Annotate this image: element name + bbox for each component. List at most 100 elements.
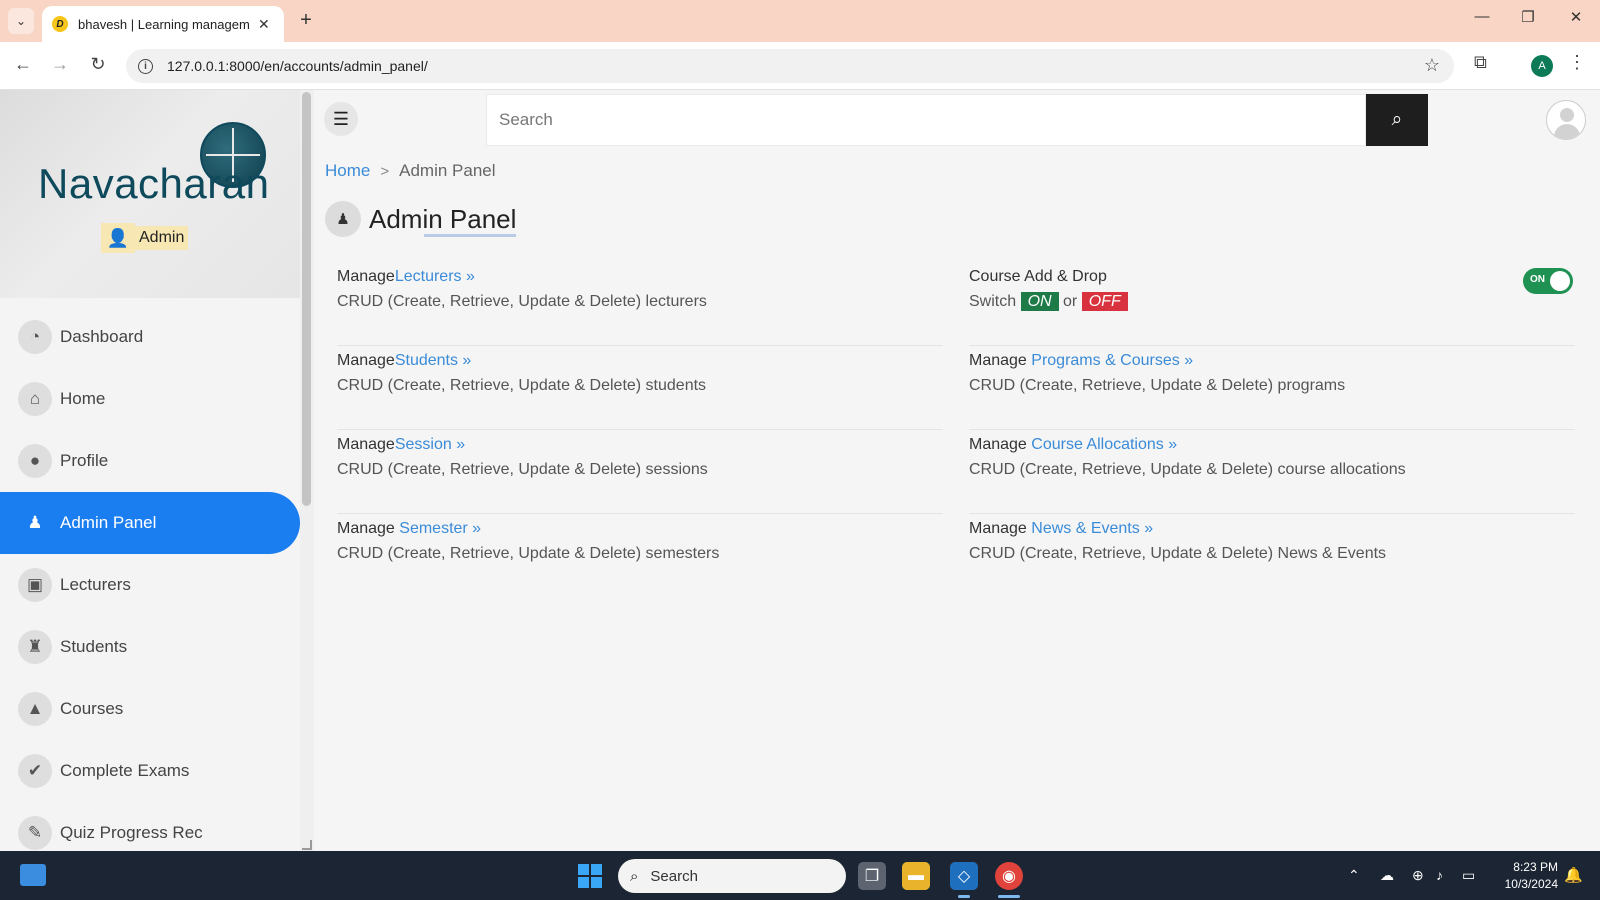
restore-button[interactable]: ❐ [1516, 8, 1540, 26]
site-info-icon[interactable]: i [138, 58, 153, 74]
manage-students-link[interactable]: Students » [395, 352, 472, 369]
start-button[interactable] [578, 864, 602, 888]
manage-allocations-link[interactable]: Course Allocations » [1031, 436, 1177, 453]
sidebar-item-label: Students [60, 637, 128, 656]
panel-prefix: Manage [969, 352, 1032, 369]
on-badge: ON [1020, 292, 1059, 311]
sidebar-item-profile[interactable]: ● Profile [0, 430, 300, 492]
browser-toolbar: ← → ↻ i 127.0.0.1:8000/en/accounts/admin… [0, 42, 1600, 90]
graduation-cap-icon: ▲ [18, 692, 52, 726]
url-text: 127.0.0.1:8000/en/accounts/admin_panel/ [167, 58, 428, 74]
network-icon[interactable]: ⊕ [1412, 867, 1424, 884]
volume-icon[interactable]: ♪ [1436, 867, 1443, 883]
course-add-drop-toggle[interactable]: ON [1523, 268, 1573, 294]
manage-session-link[interactable]: Session » [395, 436, 465, 453]
edit-icon: ✎ [18, 816, 52, 850]
search-icon: ⌕ [1391, 109, 1403, 130]
search-form: ⌕ [486, 94, 1428, 146]
resize-handle[interactable] [302, 840, 312, 850]
bookmark-star-icon[interactable]: ☆ [1424, 55, 1440, 76]
sidebar-item-home[interactable]: ⌂ Home [0, 368, 300, 430]
panel-description: CRUD (Create, Retrieve, Update & Delete)… [969, 545, 1387, 562]
reload-button[interactable]: ↻ [86, 54, 110, 75]
browser-titlebar: ⌄ D bhavesh | Learning management ✕ + — … [0, 0, 1600, 42]
clock-time: 8:23 PM [1513, 860, 1558, 874]
forward-button[interactable]: → [48, 54, 72, 75]
tab-title: bhavesh | Learning management [78, 16, 250, 32]
sidebar-item-quiz-progress-rec[interactable]: ✎ Quiz Progress Rec [0, 802, 300, 851]
breadcrumb-home-link[interactable]: Home [325, 161, 370, 181]
manage-semester-link[interactable]: Semester » [399, 520, 481, 537]
page-header: ♟ Admin Panel [325, 201, 516, 237]
sidebar-item-students[interactable]: ♜ Students [0, 616, 300, 678]
menu-toggle-button[interactable]: ☰ [324, 102, 358, 136]
profile-icon: ● [18, 444, 52, 478]
sidebar-item-dashboard[interactable]: ◔ Dashboard [0, 306, 300, 368]
search-button[interactable]: ⌕ [1366, 94, 1428, 146]
sidebar-item-courses[interactable]: ▲ Courses [0, 678, 300, 740]
widgets-icon[interactable] [20, 864, 46, 886]
manage-news-link[interactable]: News & Events » [1031, 520, 1153, 537]
sidebar-item-admin-panel[interactable]: ♟ Admin Panel [0, 492, 300, 554]
new-tab-button[interactable]: + [294, 9, 318, 32]
panel-prefix: Manage [337, 268, 395, 285]
sidebar-item-complete-exams[interactable]: ✔ Complete Exams [0, 740, 300, 802]
browser-profile-avatar[interactable]: A [1531, 55, 1553, 77]
sidebar-item-label: Profile [60, 451, 109, 470]
window-close-button[interactable]: ✕ [1564, 8, 1588, 26]
sidebar-item-label: Complete Exams [60, 761, 190, 780]
tray-overflow-icon[interactable]: ⌃ [1348, 867, 1360, 884]
switch-word: Switch [969, 293, 1017, 310]
taskbar-search[interactable]: ⌕ Search [618, 859, 846, 893]
vscode-running-indicator [958, 895, 970, 898]
course-add-drop-title: Course Add & Drop [969, 268, 1107, 285]
tab-close-icon[interactable]: ✕ [258, 16, 270, 33]
file-explorer-icon[interactable]: ▬ [902, 862, 930, 890]
panel-description: CRUD (Create, Retrieve, Update & Delete)… [337, 293, 707, 310]
browser-tab[interactable]: D bhavesh | Learning management ✕ [42, 6, 284, 42]
user-avatar[interactable] [1546, 100, 1586, 140]
sidebar-item-label: Lecturers [60, 575, 131, 594]
brand-logo-text: Navacharan [38, 160, 270, 207]
extensions-icon[interactable]: ⧉ [1474, 52, 1487, 73]
cloud-offline-icon[interactable]: ☁ [1380, 867, 1394, 884]
toggle-label: ON [1530, 274, 1545, 285]
or-word: or [1063, 293, 1078, 310]
system-clock[interactable]: 8:23 PM 10/3/2024 [1492, 859, 1558, 893]
address-bar[interactable]: i 127.0.0.1:8000/en/accounts/admin_panel… [126, 49, 1454, 83]
sidebar-nav: ◔ Dashboard ⌂ Home ● Profile ♟ Admin Panel ▣ Lect… [0, 306, 300, 851]
back-button[interactable]: ← [11, 54, 35, 75]
home-icon: ⌂ [18, 382, 52, 416]
panel-item-session: ManageSession » CRUD (Create, Retrieve, … [337, 430, 943, 514]
taskbar-search-label: Search [650, 867, 698, 885]
manage-lecturers-link[interactable]: Lecturers » [395, 268, 475, 285]
manage-programs-link[interactable]: Programs & Courses » [1031, 352, 1193, 369]
panel-item-semester: Manage Semester » CRUD (Create, Retrieve… [337, 514, 943, 598]
panel-prefix: Manage [337, 436, 395, 453]
off-badge: OFF [1081, 292, 1128, 311]
task-view-icon[interactable]: ❐ [858, 862, 886, 890]
chrome-icon[interactable]: ◉ [995, 862, 1023, 890]
sidebar-item-label: Dashboard [60, 327, 144, 346]
title-underline [424, 234, 516, 237]
sidebar-scrollbar-thumb[interactable] [302, 92, 311, 506]
panel-item-lecturers: ManageLecturers » CRUD (Create, Retrieve… [337, 262, 943, 346]
panel-description: CRUD (Create, Retrieve, Update & Delete)… [337, 377, 707, 394]
role-label: Admin [135, 226, 189, 250]
panel-prefix: Manage [969, 520, 1032, 537]
notification-bell-icon[interactable]: 🔔 [1564, 866, 1583, 884]
minimize-button[interactable]: — [1470, 8, 1494, 25]
sidebar-item-lecturers[interactable]: ▣ Lecturers [0, 554, 300, 616]
favicon-icon: D [52, 16, 68, 32]
panel-item-news: Manage News & Events » CRUD (Create, Ret… [969, 514, 1575, 598]
tab-search-button[interactable]: ⌄ [8, 8, 34, 34]
student-icon: ♜ [18, 630, 52, 664]
browser-menu-icon[interactable]: ⋮ [1568, 52, 1586, 73]
battery-icon[interactable]: ▭ [1462, 867, 1475, 884]
vscode-icon[interactable]: ◇ [950, 862, 978, 890]
role-badge: 👤 Admin [101, 223, 189, 253]
dashboard-icon: ◔ [18, 320, 52, 354]
os-taskbar: ⌕ Search ❐ ▬ ◇ ◉ ⌃ ☁ ⊕ ♪ ▭ 8:23 PM 10/3/… [0, 851, 1600, 900]
sidebar-item-label: Home [60, 389, 106, 408]
search-input[interactable] [486, 94, 1366, 146]
